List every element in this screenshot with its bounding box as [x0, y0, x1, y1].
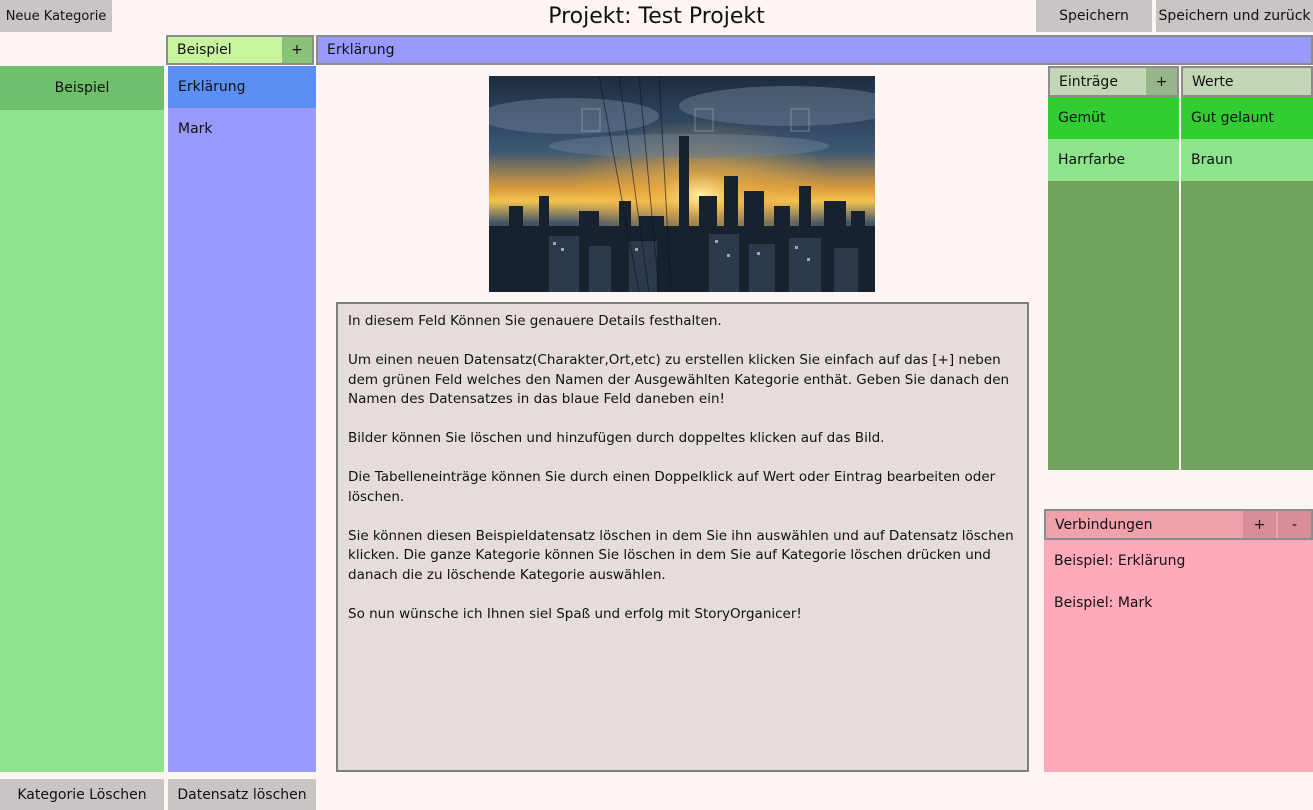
connections-list: Beispiel: Erklärung Beispiel: Mark — [1044, 540, 1313, 772]
entries-header-label: Einträge — [1059, 73, 1118, 90]
connection-item-label: Beispiel: Erklärung — [1054, 553, 1186, 569]
delete-record-button[interactable]: Datensatz löschen — [168, 779, 316, 810]
values-header: Werte — [1181, 66, 1313, 97]
add-connection-button[interactable]: + — [1243, 511, 1276, 538]
table-entry-cell[interactable]: Harrfarbe — [1048, 139, 1179, 181]
connection-item-label: Beispiel: Mark — [1054, 595, 1153, 611]
table-entry-cell[interactable]: Gemüt — [1048, 97, 1179, 139]
save-button[interactable]: Speichern — [1036, 0, 1152, 32]
record-image[interactable] — [479, 75, 899, 293]
category-item-label: Beispiel — [54, 80, 110, 96]
record-name-field[interactable]: Erklärung — [316, 35, 1313, 65]
entry-text: Harrfarbe — [1058, 152, 1126, 168]
value-text: Braun — [1191, 152, 1233, 168]
detail-text-area[interactable]: In diesem Feld Können Sie genauere Detai… — [336, 302, 1029, 772]
record-item-label: Erklärung — [178, 79, 246, 95]
values-column: Gut gelaunt Braun — [1181, 97, 1313, 470]
category-item-beispiel[interactable]: Beispiel — [0, 66, 164, 110]
save-and-back-button[interactable]: Speichern und zurück — [1156, 0, 1313, 32]
record-item-label: Mark — [178, 121, 213, 137]
record-list: Erklärung Mark — [168, 66, 316, 772]
value-text: Gut gelaunt — [1191, 110, 1274, 126]
record-item-mark[interactable]: Mark — [168, 108, 316, 150]
delete-category-button[interactable]: Kategorie Löschen — [0, 779, 164, 810]
add-entry-button[interactable]: + — [1146, 68, 1177, 95]
category-list: Beispiel — [0, 66, 164, 772]
connections-header-label: Verbindungen — [1055, 516, 1153, 533]
remove-connection-button[interactable]: - — [1278, 511, 1311, 538]
city-skyline-image — [479, 75, 899, 293]
category-name-label: Beispiel — [177, 42, 232, 58]
connection-item[interactable]: Beispiel: Erklärung — [1044, 540, 1313, 582]
connection-item[interactable]: Beispiel: Mark — [1044, 582, 1313, 624]
add-record-button[interactable]: + — [282, 37, 312, 63]
table-value-cell[interactable]: Gut gelaunt — [1181, 97, 1313, 139]
table-value-cell[interactable]: Braun — [1181, 139, 1313, 181]
entries-column: Gemüt Harrfarbe — [1048, 97, 1179, 470]
values-header-label: Werte — [1192, 73, 1234, 90]
entry-text: Gemüt — [1058, 110, 1106, 126]
record-item-erklaerung[interactable]: Erklärung — [168, 66, 316, 108]
record-name-value: Erklärung — [327, 42, 395, 58]
